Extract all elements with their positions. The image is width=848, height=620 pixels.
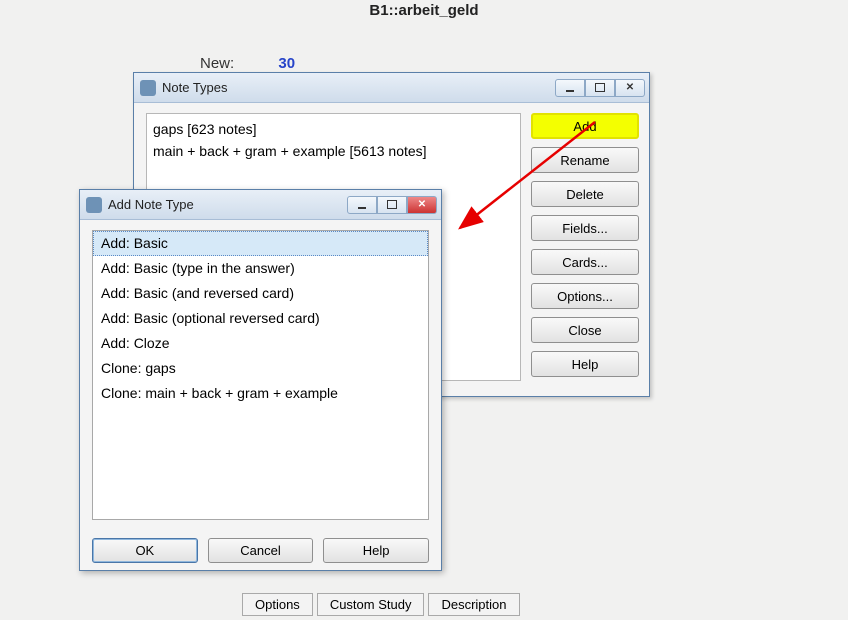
add-note-type-titlebar[interactable]: Add Note Type [80,190,441,220]
maximize-icon[interactable] [585,79,615,97]
add-note-type-title: Add Note Type [108,197,347,212]
add-note-type-dialog: Add Note Type Add: Basic Add: Basic (typ… [79,189,442,571]
anki-app-icon [86,197,102,213]
list-item[interactable]: Add: Basic (and reversed card) [93,281,428,306]
minimize-icon[interactable] [555,79,585,97]
cancel-button[interactable]: Cancel [208,538,314,563]
note-types-title: Note Types [162,80,555,95]
maximize-icon[interactable] [377,196,407,214]
list-item[interactable]: Add: Basic (optional reversed card) [93,306,428,331]
options-button[interactable]: Options... [531,283,639,309]
list-item[interactable]: Add: Cloze [93,331,428,356]
fields-button[interactable]: Fields... [531,215,639,241]
minimize-icon[interactable] [347,196,377,214]
stats-row: New: 30 [200,55,295,72]
add-button[interactable]: Add [531,113,639,139]
note-types-titlebar[interactable]: Note Types [134,73,649,103]
list-item[interactable]: Clone: main + back + gram + example [93,381,428,406]
list-item[interactable]: Add: Basic [93,231,428,256]
new-label: New: [200,55,234,72]
deck-title: B1::arbeit_geld [0,2,848,19]
cards-button[interactable]: Cards... [531,249,639,275]
help-button[interactable]: Help [531,351,639,377]
rename-button[interactable]: Rename [531,147,639,173]
custom-study-button[interactable]: Custom Study [317,593,425,616]
add-note-type-list[interactable]: Add: Basic Add: Basic (type in the answe… [92,230,429,520]
description-button[interactable]: Description [428,593,519,616]
anki-app-icon [140,80,156,96]
ok-button[interactable]: OK [92,538,198,563]
close-button[interactable]: Close [531,317,639,343]
list-item[interactable]: Add: Basic (type in the answer) [93,256,428,281]
new-count: 30 [278,55,295,72]
list-item[interactable]: Clone: gaps [93,356,428,381]
delete-button[interactable]: Delete [531,181,639,207]
options-button[interactable]: Options [242,593,313,616]
close-icon[interactable] [407,196,437,214]
list-item[interactable]: gaps [623 notes] [153,118,514,140]
list-item[interactable]: main + back + gram + example [5613 notes… [153,140,514,162]
close-icon[interactable] [615,79,645,97]
help-button[interactable]: Help [323,538,429,563]
deck-bottom-buttons: Options Custom Study Description [242,593,520,616]
